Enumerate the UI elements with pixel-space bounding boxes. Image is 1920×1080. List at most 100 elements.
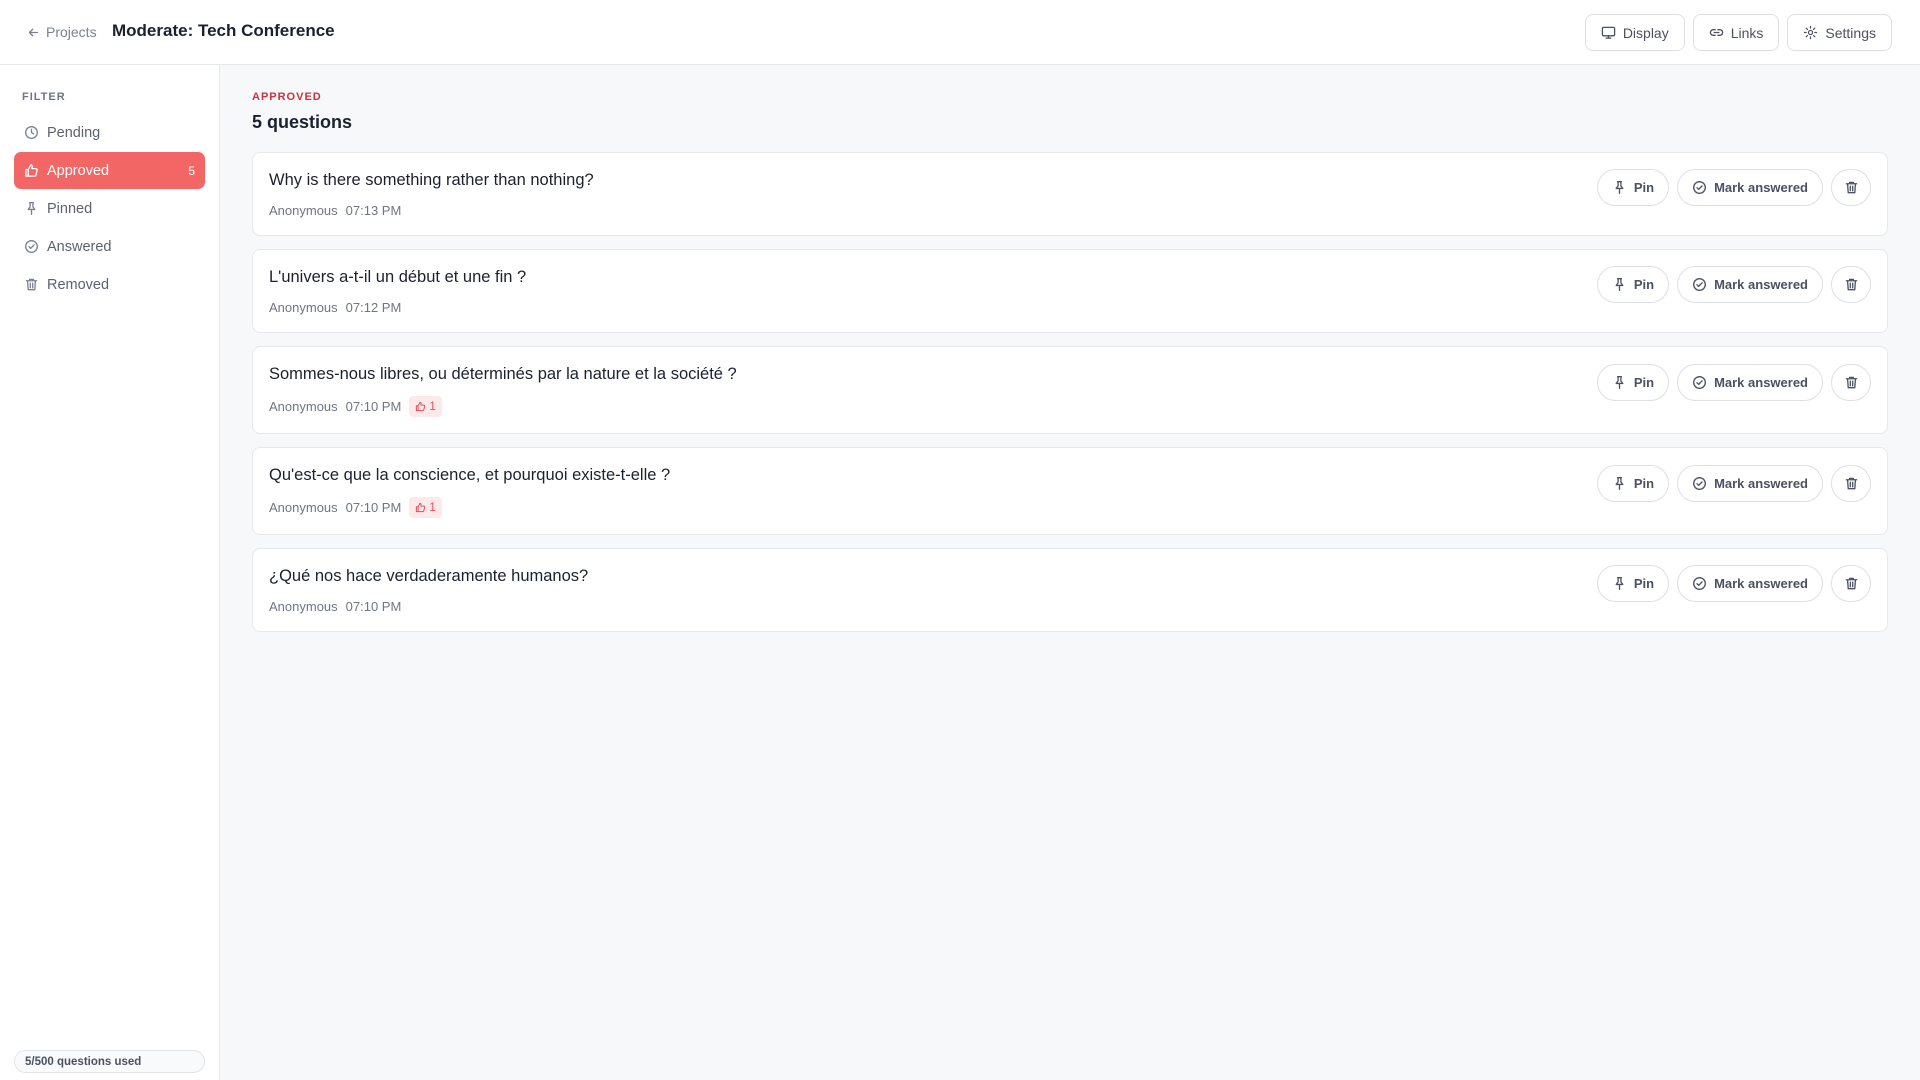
- question-time: 07:10 PM: [345, 599, 402, 614]
- gear-icon: [1804, 25, 1818, 40]
- check-circle-icon: [25, 240, 38, 253]
- pin-button[interactable]: Pin: [1596, 266, 1670, 303]
- links-button-label: Links: [1730, 24, 1764, 41]
- back-to-projects-link[interactable]: Projects: [27, 22, 97, 42]
- like-count: 1: [429, 501, 436, 514]
- pin-button-label: Pin: [1633, 277, 1655, 292]
- question-text: Why is there something rather than nothi…: [269, 171, 594, 189]
- sidebar-item-label: Pinned: [47, 200, 93, 217]
- trash-icon: [1845, 577, 1857, 590]
- question-card: Qu'est-ce que la conscience, et pourquoi…: [252, 447, 1888, 535]
- question-meta: Anonymous 07:10 PM 1: [269, 497, 442, 518]
- filter-heading: FILTER: [22, 91, 66, 103]
- page-title: Moderate: Tech Conference: [112, 21, 335, 40]
- filter-nav: Pending Approved 5 Pinned Answered Remov…: [14, 114, 205, 304]
- trash-icon: [1845, 376, 1857, 389]
- pin-icon: [1615, 181, 1624, 194]
- thumbs-up-icon: [25, 164, 38, 177]
- delete-button[interactable]: [1831, 465, 1871, 502]
- mark-answered-label: Mark answered: [1714, 576, 1808, 591]
- question-card: Sommes-nous libres, ou déterminés par la…: [252, 346, 1888, 434]
- delete-button[interactable]: [1831, 565, 1871, 602]
- pin-button[interactable]: Pin: [1596, 364, 1670, 401]
- pin-button[interactable]: Pin: [1596, 565, 1670, 602]
- pin-icon: [1615, 577, 1624, 590]
- link-icon: [1709, 29, 1723, 36]
- question-text: Qu'est-ce que la conscience, et pourquoi…: [269, 466, 671, 484]
- arrow-left-icon: [28, 28, 39, 36]
- question-meta: Anonymous 07:12 PM: [269, 300, 401, 315]
- display-button[interactable]: Display: [1584, 14, 1685, 51]
- delete-button[interactable]: [1831, 364, 1871, 401]
- like-count-badge: 1: [409, 497, 442, 518]
- sidebar-item-label: Answered: [47, 238, 112, 255]
- pin-icon: [1615, 376, 1624, 389]
- mark-answered-button[interactable]: Mark answered: [1677, 565, 1823, 602]
- top-bar: Projects Moderate: Tech Conference Displ…: [0, 0, 1920, 65]
- question-count-heading: 5 questions: [252, 112, 353, 132]
- sidebar-item-approved[interactable]: Approved 5: [14, 152, 205, 189]
- question-text: L'univers a-t-il un début et une fin ?: [269, 268, 527, 286]
- question-time: 07:10 PM: [345, 500, 402, 515]
- delete-button[interactable]: [1831, 169, 1871, 206]
- sidebar-item-removed[interactable]: Removed: [14, 266, 205, 303]
- pin-button-label: Pin: [1633, 375, 1655, 390]
- back-link-label: Projects: [46, 24, 97, 40]
- question-text: Sommes-nous libres, ou déterminés par la…: [269, 365, 737, 383]
- sidebar-item-label: Pending: [47, 124, 101, 141]
- question-author: Anonymous: [269, 300, 338, 315]
- trash-icon: [1845, 278, 1857, 291]
- mark-answered-label: Mark answered: [1714, 375, 1808, 390]
- sidebar-item-answered[interactable]: Answered: [14, 228, 205, 265]
- mark-answered-button[interactable]: Mark answered: [1677, 266, 1823, 303]
- question-time: 07:13 PM: [345, 203, 402, 218]
- question-author: Anonymous: [269, 203, 338, 218]
- pin-button[interactable]: Pin: [1596, 465, 1670, 502]
- monitor-icon: [1601, 26, 1616, 39]
- thumbs-up-icon: [416, 502, 426, 513]
- settings-button[interactable]: Settings: [1787, 14, 1892, 51]
- question-actions: Pin Mark answered: [1596, 465, 1871, 502]
- question-meta: Anonymous 07:10 PM 1: [269, 396, 442, 417]
- question-actions: Pin Mark answered: [1596, 364, 1871, 401]
- mark-answered-label: Mark answered: [1714, 180, 1808, 195]
- trash-icon: [25, 278, 38, 291]
- delete-button[interactable]: [1831, 266, 1871, 303]
- settings-button-label: Settings: [1825, 24, 1876, 41]
- thumbs-up-icon: [416, 401, 426, 412]
- check-circle-icon: [1693, 181, 1707, 194]
- clock-icon: [25, 126, 38, 139]
- trash-icon: [1845, 181, 1857, 194]
- links-button[interactable]: Links: [1692, 14, 1780, 51]
- mark-answered-button[interactable]: Mark answered: [1677, 364, 1823, 401]
- sidebar-item-pinned[interactable]: Pinned: [14, 190, 205, 227]
- question-card: L'univers a-t-il un début et une fin ? A…: [252, 249, 1888, 333]
- pin-icon: [1615, 278, 1624, 291]
- pin-button-label: Pin: [1633, 476, 1655, 491]
- question-author: Anonymous: [269, 599, 338, 614]
- question-actions: Pin Mark answered: [1596, 169, 1871, 206]
- mark-answered-label: Mark answered: [1714, 476, 1808, 491]
- mark-answered-button[interactable]: Mark answered: [1677, 169, 1823, 206]
- pin-button[interactable]: Pin: [1596, 169, 1670, 206]
- question-time: 07:10 PM: [345, 399, 402, 414]
- check-circle-icon: [1693, 577, 1707, 590]
- check-circle-icon: [1693, 376, 1707, 389]
- approved-count-badge: 5: [188, 163, 195, 178]
- question-time: 07:12 PM: [345, 300, 402, 315]
- usage-indicator: 5/500 questions used: [14, 1050, 205, 1073]
- question-meta: Anonymous 07:13 PM: [269, 203, 401, 218]
- question-card: Why is there something rather than nothi…: [252, 152, 1888, 236]
- mark-answered-button[interactable]: Mark answered: [1677, 465, 1823, 502]
- display-button-label: Display: [1622, 24, 1669, 41]
- check-circle-icon: [1693, 278, 1707, 291]
- sidebar-item-label: Removed: [47, 276, 110, 293]
- pin-icon: [1615, 477, 1624, 490]
- sidebar-item-pending[interactable]: Pending: [14, 114, 205, 151]
- pin-button-label: Pin: [1633, 180, 1655, 195]
- question-meta: Anonymous 07:10 PM: [269, 599, 401, 614]
- header-actions: Display Links Settings: [1584, 14, 1892, 51]
- question-author: Anonymous: [269, 500, 338, 515]
- mark-answered-label: Mark answered: [1714, 277, 1808, 292]
- pin-button-label: Pin: [1633, 576, 1655, 591]
